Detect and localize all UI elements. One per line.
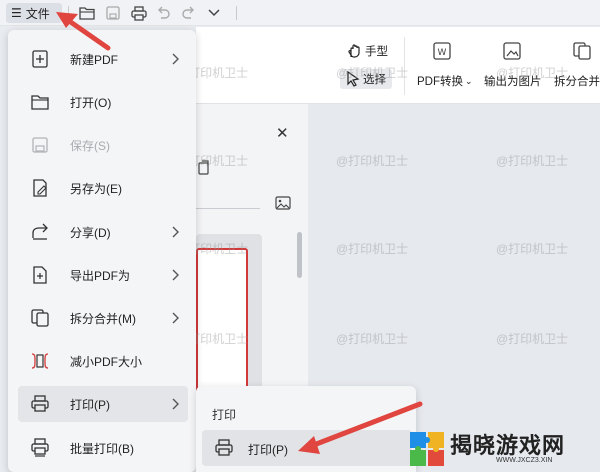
chevron-right-icon bbox=[172, 269, 179, 281]
file-menu-button[interactable]: ☰ 文件 bbox=[6, 3, 62, 23]
chevron-right-icon bbox=[172, 226, 179, 238]
watermark: @打印机卫士 bbox=[336, 66, 409, 80]
watermark: @打印机卫士 bbox=[336, 154, 409, 168]
batch-print-icon bbox=[31, 438, 49, 457]
title-toolbar: ☰ 文件 bbox=[0, 0, 600, 26]
redo-icon[interactable] bbox=[180, 4, 198, 22]
watermark: @打印机卫士 bbox=[496, 332, 569, 346]
save-icon bbox=[32, 137, 48, 153]
menu-item-open[interactable]: 打开(O) bbox=[18, 84, 188, 120]
undo-icon[interactable] bbox=[154, 4, 172, 22]
menu-item-label: 另存为(E) bbox=[70, 181, 122, 196]
svg-text:W: W bbox=[438, 48, 447, 58]
share-icon bbox=[32, 223, 48, 240]
file-menu: 新建PDF 打开(O) 保存(S) 另存为(E) 分享(D) 导出PDF为 拆分… bbox=[8, 30, 196, 472]
menu-item-label: 导出PDF为 bbox=[70, 268, 131, 283]
watermark: @打印机卫士 bbox=[496, 66, 569, 80]
chevron-down-icon: ⌄ bbox=[465, 75, 473, 86]
logo-subtext: WWW.JXCZ3.XIN bbox=[496, 457, 553, 464]
submenu-print-button[interactable]: 打印(P) bbox=[202, 430, 412, 466]
menu-item-save-as[interactable]: 另存为(E) bbox=[18, 170, 188, 206]
watermark: @打印机卫士 bbox=[336, 242, 409, 256]
hand-tool-label: 手型 bbox=[365, 46, 388, 58]
toolbar-divider bbox=[68, 6, 69, 20]
site-logo: 揭晓游戏网 WWW.JXCZ3.XIN bbox=[404, 426, 600, 472]
watermark: @打印机卫士 bbox=[496, 242, 569, 256]
new-pdf-icon bbox=[32, 50, 48, 68]
print-icon bbox=[215, 439, 233, 456]
pdf-convert-icon: W bbox=[432, 41, 452, 61]
chevron-right-icon bbox=[172, 53, 179, 65]
panel-divider bbox=[196, 208, 260, 209]
hand-icon bbox=[348, 44, 360, 58]
file-menu-label: 文件 bbox=[25, 6, 50, 21]
print-submenu: 打印 打印(P) bbox=[196, 386, 416, 472]
pdf-convert-button[interactable]: PDF转换 ⌄ bbox=[417, 73, 473, 89]
menu-item-label: 新建PDF bbox=[70, 52, 119, 67]
menu-icon: ☰ bbox=[11, 6, 22, 20]
menu-item-export-pdf[interactable]: 导出PDF为 bbox=[18, 257, 188, 293]
close-icon[interactable]: ✕ bbox=[276, 124, 289, 142]
chevron-right-icon bbox=[172, 312, 179, 324]
print-icon bbox=[31, 395, 49, 412]
open-folder-icon[interactable] bbox=[78, 4, 96, 22]
compress-icon bbox=[31, 353, 49, 369]
menu-item-label: 减小PDF大小 bbox=[70, 354, 143, 369]
split-merge-icon bbox=[31, 309, 49, 327]
menu-item-print[interactable]: 打印(P) bbox=[18, 386, 188, 422]
menu-item-batch-print[interactable]: 批量打印(B) bbox=[18, 430, 188, 466]
menu-item-label: 分享(D) bbox=[70, 225, 111, 240]
folder-icon bbox=[31, 95, 49, 110]
watermark: @打印机卫士 bbox=[496, 154, 569, 168]
menu-item-label: 批量打印(B) bbox=[70, 441, 134, 456]
dropdown-icon[interactable] bbox=[205, 4, 223, 22]
puzzle-logo-icon bbox=[410, 432, 444, 466]
menu-item-label: 拆分合并(M) bbox=[70, 311, 136, 326]
split-merge-icon bbox=[572, 41, 592, 61]
menu-item-save[interactable]: 保存(S) bbox=[18, 127, 188, 163]
save-as-icon bbox=[33, 179, 47, 197]
menu-item-label: 打开(O) bbox=[70, 95, 112, 110]
chevron-right-icon bbox=[172, 398, 179, 410]
pdf-convert-label: PDF转换 bbox=[417, 76, 463, 88]
panel-scrollbar[interactable] bbox=[297, 232, 302, 278]
image-icon[interactable] bbox=[275, 196, 291, 213]
submenu-print-label: 打印(P) bbox=[248, 443, 288, 457]
menu-item-split-merge[interactable]: 拆分合并(M) bbox=[18, 300, 188, 336]
menu-item-label: 保存(S) bbox=[70, 138, 110, 153]
menu-item-compress-pdf[interactable]: 减小PDF大小 bbox=[18, 343, 188, 379]
watermark: @打印机卫士 bbox=[336, 332, 409, 346]
menu-item-share[interactable]: 分享(D) bbox=[18, 214, 188, 250]
submenu-title: 打印 bbox=[212, 408, 237, 422]
menu-item-label: 打印(P) bbox=[70, 397, 110, 412]
toolbar-divider bbox=[236, 6, 237, 20]
export-icon bbox=[33, 266, 47, 284]
save-icon[interactable] bbox=[104, 4, 122, 22]
logo-text: 揭晓游戏网 bbox=[450, 434, 566, 459]
export-image-icon bbox=[502, 41, 522, 61]
print-icon[interactable] bbox=[130, 4, 148, 22]
menu-item-new-pdf[interactable]: 新建PDF bbox=[18, 41, 188, 77]
hand-tool-button[interactable]: 手型 bbox=[346, 43, 388, 59]
